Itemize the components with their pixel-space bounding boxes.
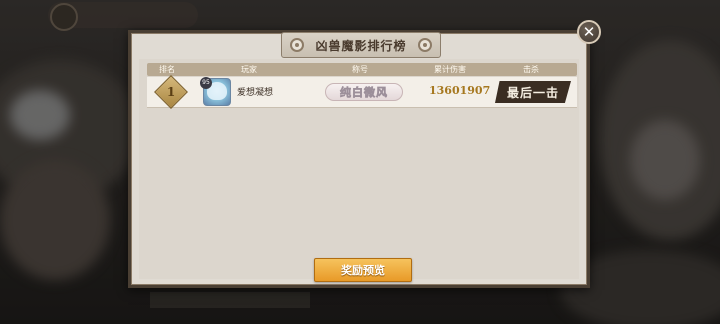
- kill-label: 最后一击: [506, 85, 559, 100]
- damage-value: 13601907: [429, 84, 491, 97]
- header-title: 称号: [352, 65, 368, 74]
- avatar-level: 95: [200, 77, 212, 89]
- table-header: 排名 玩家 称号 累计伤害 击杀: [147, 63, 577, 76]
- ornament-icon: [418, 38, 432, 52]
- dialog-title-banner: 凶兽魔影排行榜: [281, 32, 441, 58]
- header-damage: 累计伤害: [434, 65, 466, 74]
- dialog-title: 凶兽魔影排行榜: [315, 38, 407, 53]
- rank-number: 1: [166, 85, 176, 99]
- leaderboard-dialog: 凶兽魔影排行榜 排名 玩家 称号 累计伤害 击杀 1 95 爱想凝想 纯白微风 …: [128, 30, 590, 288]
- header-kill: 击杀: [523, 65, 539, 74]
- header-player: 玩家: [241, 65, 257, 74]
- header-rank: 排名: [159, 65, 175, 74]
- player-title: 纯白微风: [340, 86, 388, 100]
- table-row[interactable]: 1 95 爱想凝想 纯白微风 13601907 最后一击: [147, 75, 577, 109]
- kill-badge: 最后一击: [495, 81, 571, 103]
- reward-preview-label: 奖励预览: [341, 264, 385, 277]
- player-name: 爱想凝想: [237, 88, 274, 98]
- reward-preview-button[interactable]: 奖励预览: [314, 258, 412, 282]
- close-icon[interactable]: ✕: [577, 20, 601, 44]
- player-title-plate: 纯白微风: [325, 83, 403, 101]
- ornament-icon: [290, 38, 304, 52]
